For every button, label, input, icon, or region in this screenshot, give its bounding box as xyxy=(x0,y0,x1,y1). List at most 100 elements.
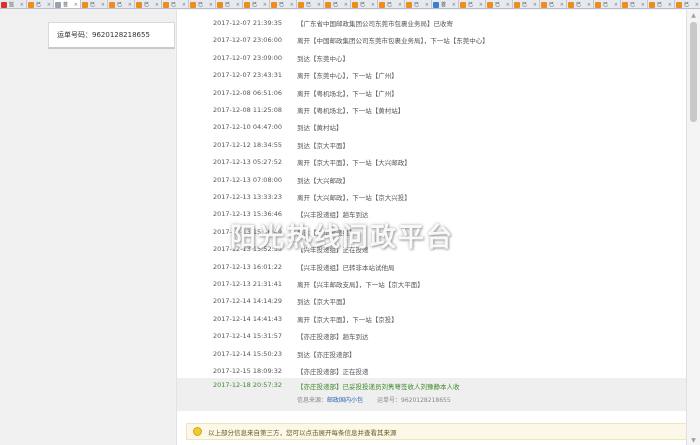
tracking-desc: 到达【亦庄投递部】 xyxy=(297,350,356,359)
tab-label: 已 xyxy=(657,2,663,8)
latest-source-line: 信息来源：邮政国内小包 运单号：9620128218655 xyxy=(297,395,451,404)
tracking-time: 2017-12-13 21:31:41 xyxy=(213,280,283,288)
tab-close-icon[interactable]: × xyxy=(560,2,564,8)
browser-tab[interactable]: 已 × xyxy=(621,0,648,8)
browser-tab[interactable]: 已 × xyxy=(378,0,405,8)
browser-tab[interactable]: 已 × xyxy=(216,0,243,8)
tracking-desc: 离开【兴丰邮政支局】，下一站【京大平面】 xyxy=(297,281,424,289)
tracking-desc: 到达【黄村站】 xyxy=(297,124,343,133)
tab-close-icon[interactable]: × xyxy=(641,2,645,8)
tab-favicon-icon xyxy=(1,1,7,8)
tab-close-icon[interactable]: × xyxy=(263,2,267,8)
tracking-time: 2017-12-07 23:09:00 xyxy=(213,53,283,62)
tab-close-icon[interactable]: × xyxy=(695,2,699,8)
tab-favicon-icon xyxy=(163,1,169,8)
browser-tab[interactable]: 首 × xyxy=(432,0,459,8)
tab-close-icon[interactable]: × xyxy=(587,2,591,8)
tab-close-icon[interactable]: × xyxy=(371,2,375,8)
browser-tab[interactable]: 已 × xyxy=(297,0,324,8)
tab-close-icon[interactable]: × xyxy=(20,2,24,8)
tab-close-icon[interactable]: × xyxy=(452,2,456,8)
tab-close-icon[interactable]: × xyxy=(74,2,78,8)
tab-close-icon[interactable]: × xyxy=(398,2,402,8)
browser-tab[interactable]: 已 × xyxy=(486,0,513,8)
tab-close-icon[interactable]: × xyxy=(668,2,672,8)
tracking-desc: 到达【大兴邮政】 xyxy=(297,176,349,185)
tab-label: 已 xyxy=(333,2,339,8)
browser-tab[interactable]: 首 × xyxy=(54,0,81,8)
tracking-time: 2017-12-13 13:33:23 xyxy=(213,193,283,201)
tab-close-icon[interactable]: × xyxy=(128,2,132,8)
tab-favicon-icon xyxy=(379,1,385,8)
browser-tab[interactable]: 已 × xyxy=(405,0,432,8)
browser-tab[interactable]: 已 × xyxy=(270,0,297,8)
tracking-time: 2017-12-14 15:31:57 xyxy=(213,332,283,341)
tab-close-icon[interactable]: × xyxy=(317,2,321,8)
tab-label: 已 xyxy=(225,2,231,8)
tab-close-icon[interactable]: × xyxy=(236,2,240,8)
browser-tab[interactable]: 已 × xyxy=(675,0,700,8)
tab-favicon-icon xyxy=(55,1,61,8)
tab-close-icon[interactable]: × xyxy=(614,2,618,8)
tracking-row: 2017-12-14 14:41:43 离开【京大平面】，下一站【京投】 xyxy=(177,311,687,327)
browser-tab[interactable]: 已 × xyxy=(459,0,486,8)
browser-tab[interactable]: 已 × xyxy=(648,0,675,8)
browser-tab[interactable]: 已 × xyxy=(135,0,162,8)
browser-tab[interactable]: 已 × xyxy=(351,0,378,8)
tab-label: 已 xyxy=(387,2,393,8)
tracking-row: 2017-12-15 18:09:32 【亦庄投递部】正在投递 xyxy=(177,363,687,379)
tracking-desc: 【兴丰投递组】已转非本站试他局 xyxy=(297,263,395,272)
tracking-desc: 到达【京大平面】 xyxy=(297,298,349,307)
browser-tab[interactable]: 监 × xyxy=(0,0,27,8)
browser-tab[interactable]: 已 × xyxy=(162,0,189,8)
tracking-row: 2017-12-12 18:34:55 到达【京大平面】 xyxy=(177,137,687,153)
tracking-desc: 离开【京大平面】，下一站【京投】 xyxy=(297,315,398,324)
tab-close-icon[interactable]: × xyxy=(344,2,348,8)
browser-tab[interactable]: 已 × xyxy=(567,0,594,8)
vertical-scrollbar[interactable]: ▲ ▼ xyxy=(686,10,700,445)
browser-tab[interactable]: 已 × xyxy=(81,0,108,8)
tab-label: 已 xyxy=(117,2,123,8)
tracking-time: 2017-12-10 04:47:00 xyxy=(213,123,283,132)
browser-tab[interactable]: 已 × xyxy=(108,0,135,8)
tracking-row: 2017-12-07 23:09:00 到达【东莞中心】 xyxy=(177,50,687,66)
tab-favicon-icon xyxy=(433,1,439,8)
tracking-time: 2017-12-14 14:41:43 xyxy=(213,314,283,323)
browser-tab[interactable]: 已 × xyxy=(324,0,351,8)
tab-label: 已 xyxy=(630,2,636,8)
browser-tab[interactable]: 已 × xyxy=(243,0,270,8)
tab-label: 已 xyxy=(36,2,42,8)
tab-close-icon[interactable]: × xyxy=(506,2,510,8)
tab-close-icon[interactable]: × xyxy=(290,2,294,8)
tab-label: 已 xyxy=(360,2,366,8)
browser-tab[interactable]: 已 × xyxy=(540,0,567,8)
browser-tab[interactable]: 已 × xyxy=(27,0,54,8)
tab-close-icon[interactable]: × xyxy=(209,2,213,8)
tab-favicon-icon xyxy=(487,1,493,8)
scroll-up-icon[interactable]: ▲ xyxy=(687,10,700,20)
tab-close-icon[interactable]: × xyxy=(425,2,429,8)
tab-favicon-icon xyxy=(514,1,520,8)
scroll-thumb[interactable] xyxy=(690,22,697,122)
browser-tab[interactable]: 已 × xyxy=(594,0,621,8)
latest-waybill: 运单号：9620128218655 xyxy=(377,397,451,405)
tracking-time: 2017-12-14 15:50:23 xyxy=(213,349,283,358)
tab-close-icon[interactable]: × xyxy=(479,2,483,8)
tracking-desc: 【广东省中国邮政集团公司东莞市包裹业务局】已收寄 xyxy=(297,20,453,28)
tab-favicon-icon xyxy=(298,1,304,8)
browser-tab[interactable]: 已 × xyxy=(513,0,540,8)
tab-close-icon[interactable]: × xyxy=(101,2,105,8)
tracking-desc: 到达【东莞中心】 xyxy=(297,54,349,63)
tab-favicon-icon xyxy=(568,1,574,8)
tab-favicon-icon xyxy=(622,1,628,8)
tab-favicon-icon xyxy=(649,1,655,8)
tab-close-icon[interactable]: × xyxy=(182,2,186,8)
tab-close-icon[interactable]: × xyxy=(155,2,159,8)
tab-close-icon[interactable]: × xyxy=(533,2,537,8)
browser-tab[interactable]: 已 × xyxy=(189,0,216,8)
tab-label: 已 xyxy=(603,2,609,8)
scroll-down-icon[interactable]: ▼ xyxy=(687,435,700,445)
source-link[interactable]: 邮政国内小包 xyxy=(327,397,363,404)
tab-close-icon[interactable]: × xyxy=(47,2,51,8)
notice-text: 以上部分信息来自第三方，您可以点击展开每条信息并查看其来源 xyxy=(208,428,397,437)
